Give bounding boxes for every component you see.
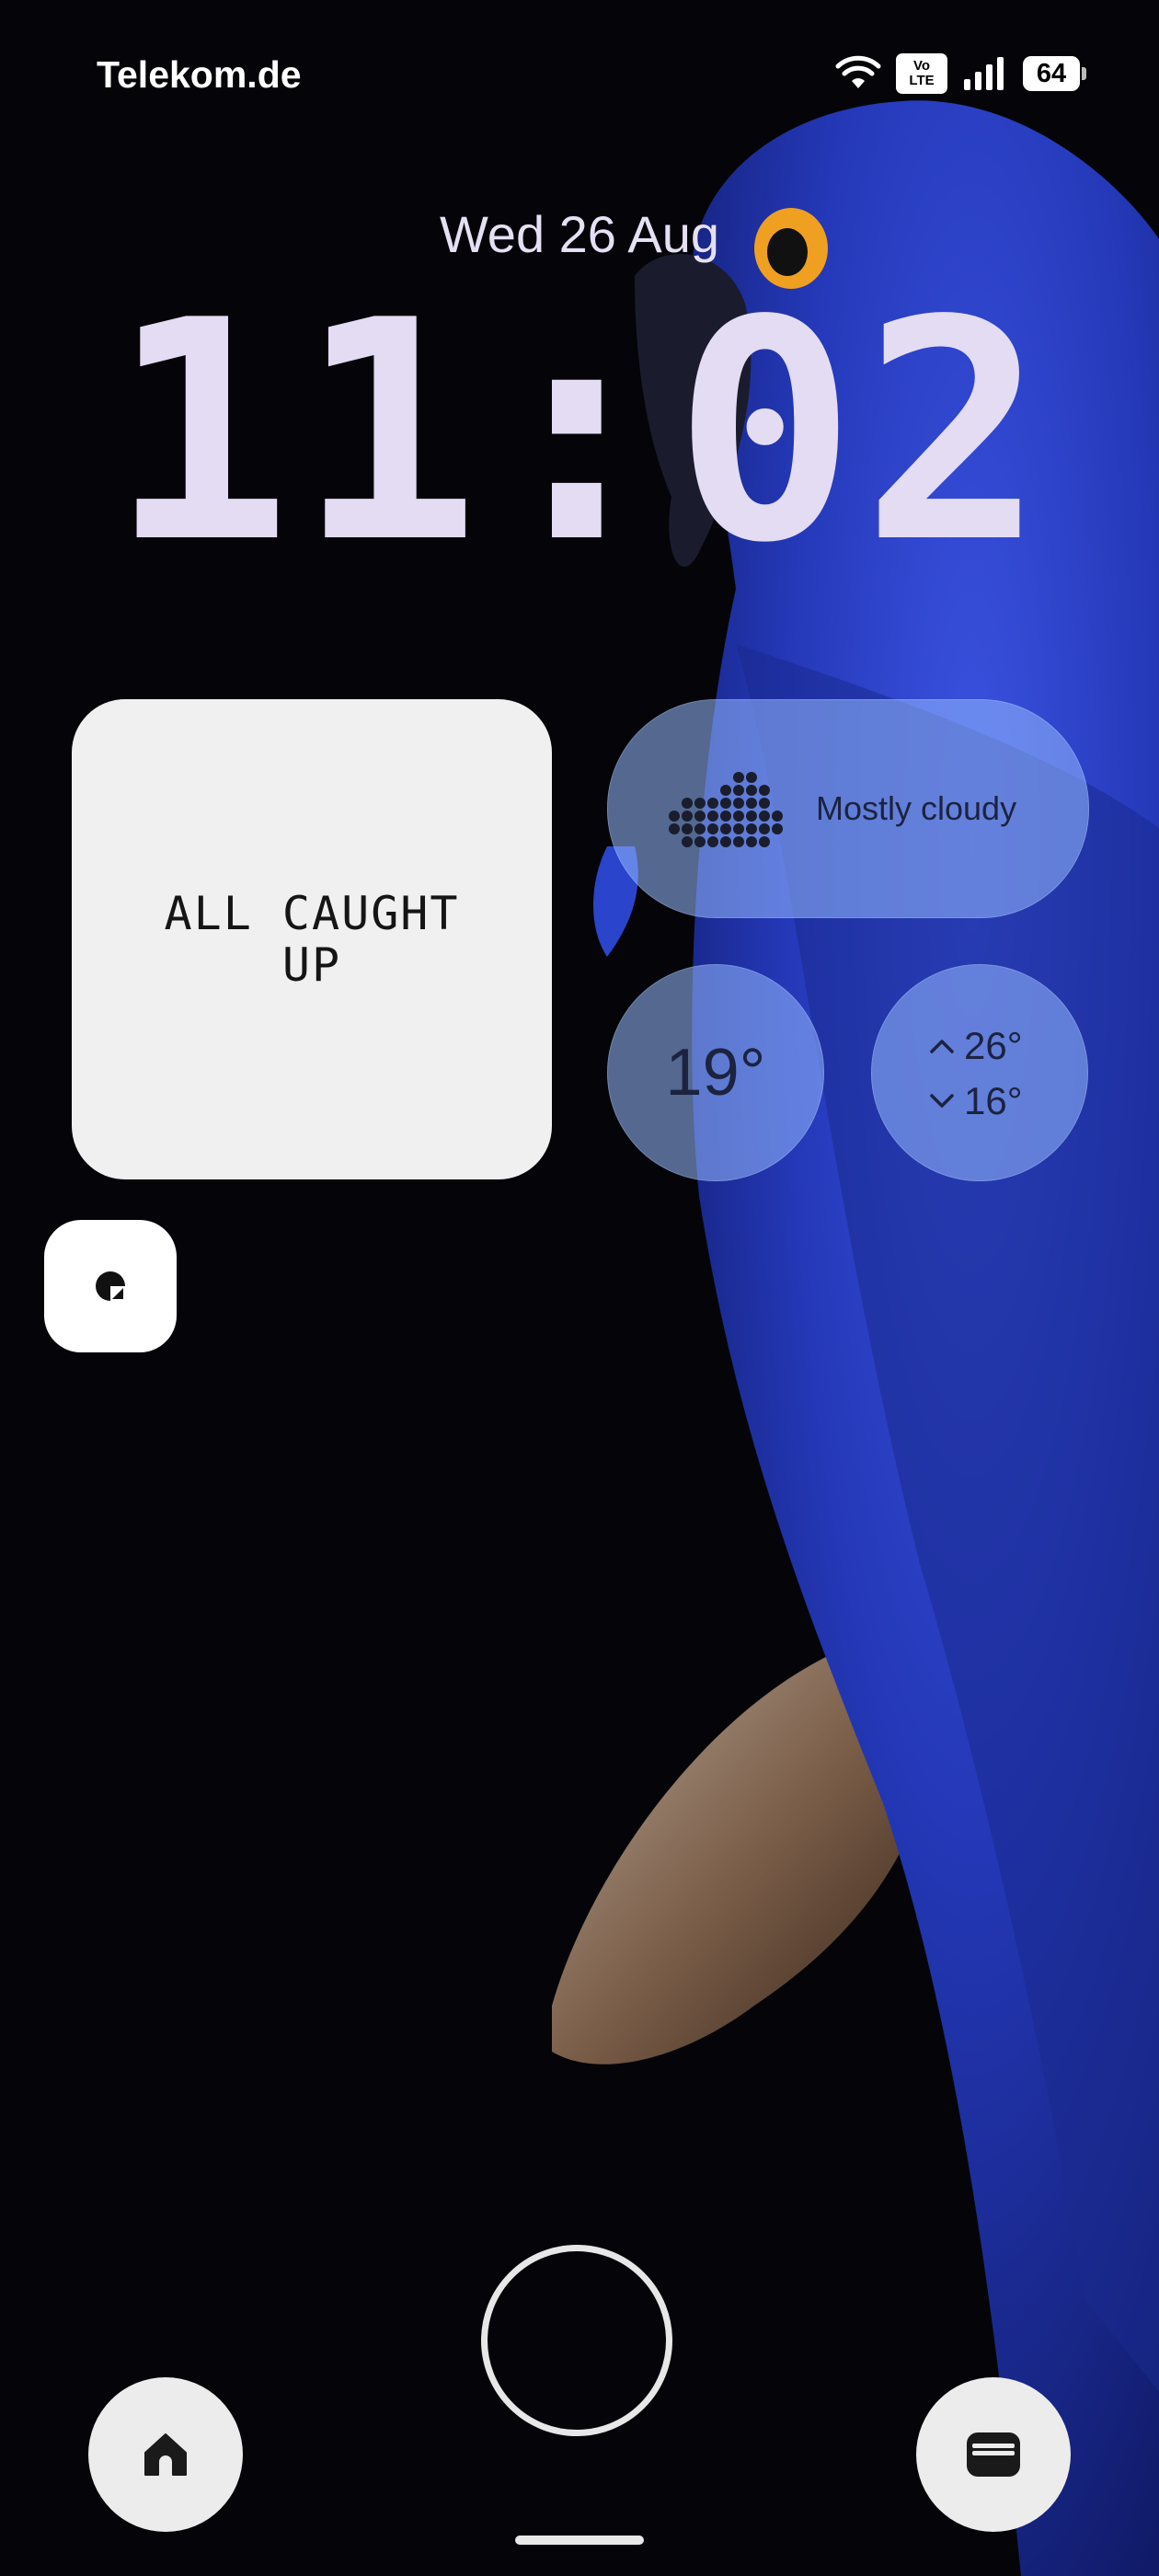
status-icons: Vo LTE 64 xyxy=(835,52,1086,96)
low-temperature: 16° xyxy=(964,1079,1023,1122)
lockscreen-clock[interactable]: 11:02 xyxy=(0,281,1159,584)
current-temperature-widget[interactable]: 19° xyxy=(607,964,824,1181)
wifi-icon xyxy=(835,55,881,88)
mini-app-widget[interactable] xyxy=(44,1220,177,1352)
volte-line2: LTE xyxy=(909,73,935,88)
volte-line1: Vo xyxy=(912,58,931,74)
current-temperature: 19° xyxy=(665,1036,766,1110)
notifications-widget[interactable]: ALL CAUGHT UP xyxy=(72,699,552,1179)
battery-icon: 64 xyxy=(1023,56,1086,91)
app-icon xyxy=(96,1271,125,1301)
wallet-icon xyxy=(967,2432,1020,2477)
battery-level: 64 xyxy=(1036,58,1067,88)
wallet-shortcut-button[interactable] xyxy=(916,2377,1071,2532)
home-icon xyxy=(144,2433,187,2476)
temperature-range-widget[interactable]: 26° 16° xyxy=(871,964,1088,1181)
battery-nub xyxy=(1082,67,1086,80)
weather-condition-widget[interactable]: Mostly cloudy xyxy=(607,699,1089,918)
carrier-name: Telekom.de xyxy=(97,53,302,96)
notifications-status-text: ALL CAUGHT UP xyxy=(164,887,460,992)
chevron-up-icon xyxy=(930,1040,954,1053)
cloud-icon xyxy=(669,772,783,847)
weather-condition-text: Mostly cloudy xyxy=(816,789,1017,827)
fingerprint-sensor[interactable] xyxy=(481,2245,672,2436)
volte-icon: Vo LTE xyxy=(896,53,947,94)
chevron-down-icon xyxy=(930,1094,954,1108)
high-temp-row: 26° xyxy=(929,1024,1023,1068)
gesture-nav-handle[interactable] xyxy=(515,2536,644,2545)
signal-icon xyxy=(964,57,1004,90)
home-shortcut-button[interactable] xyxy=(88,2377,243,2532)
lock-screen: Telekom.de Vo LTE 64 Wed 26 Aug 11:02 AL… xyxy=(0,0,1159,2576)
high-temperature: 26° xyxy=(964,1024,1023,1067)
low-temp-row: 16° xyxy=(929,1079,1023,1123)
status-bar: Telekom.de Vo LTE 64 xyxy=(0,0,1159,147)
